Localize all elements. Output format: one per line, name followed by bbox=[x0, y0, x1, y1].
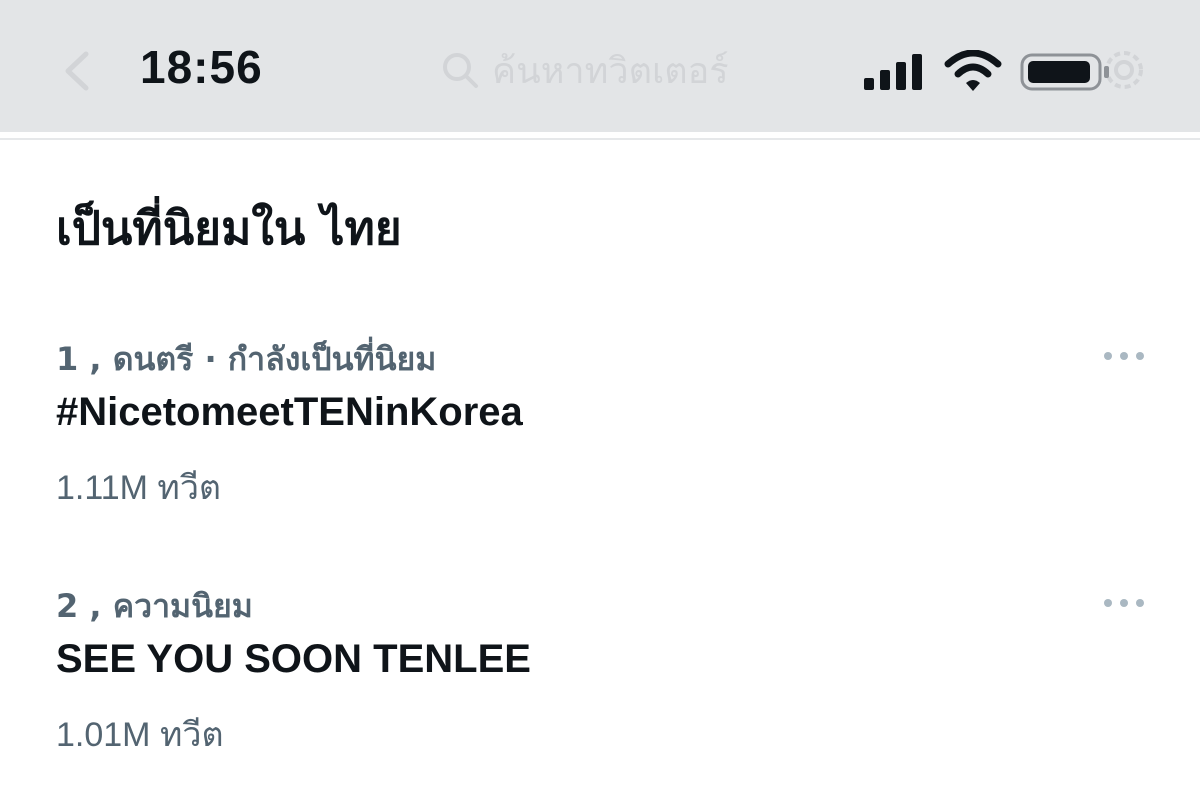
signal-icon bbox=[864, 54, 922, 90]
battery-icon bbox=[1020, 53, 1109, 91]
trend-tweet-count: 1.11M ทวีต bbox=[56, 469, 222, 507]
more-options-icon[interactable] bbox=[1102, 593, 1146, 613]
trend-name[interactable]: SEE YOU SOON TENLEE bbox=[56, 637, 531, 682]
wifi-icon bbox=[944, 50, 1002, 91]
trend-item[interactable]: 2 , ความนิยม SEE YOU SOON TENLEE 1.01M ท… bbox=[56, 581, 1146, 754]
status-time: 18:56 bbox=[140, 41, 263, 93]
search-placeholder: ค้นหาทวิตเตอร์ bbox=[492, 50, 729, 92]
trend-item[interactable]: 1 , ดนตรี · กำลังเป็นที่นิยม #Nicetomeet… bbox=[56, 334, 1146, 507]
trend-name[interactable]: #NicetomeetTENinKorea bbox=[56, 390, 523, 435]
more-options-icon[interactable] bbox=[1102, 346, 1146, 366]
trend-rank-meta: 1 , ดนตรี · กำลังเป็นที่นิยม bbox=[56, 340, 437, 378]
status-bar: ค้นหาทวิตเตอร์ 18:56 bbox=[0, 0, 1200, 132]
section-title: เป็นที่นิยมใน ไทย bbox=[56, 201, 402, 255]
search-icon bbox=[443, 53, 478, 88]
search-bar[interactable]: ค้นหาทวิตเตอร์ bbox=[440, 42, 729, 98]
back-icon[interactable] bbox=[52, 44, 106, 98]
trend-tweet-count: 1.01M ทวีต bbox=[56, 716, 224, 754]
header-divider bbox=[0, 138, 1200, 140]
trend-rank-meta: 2 , ความนิยม bbox=[56, 587, 253, 625]
